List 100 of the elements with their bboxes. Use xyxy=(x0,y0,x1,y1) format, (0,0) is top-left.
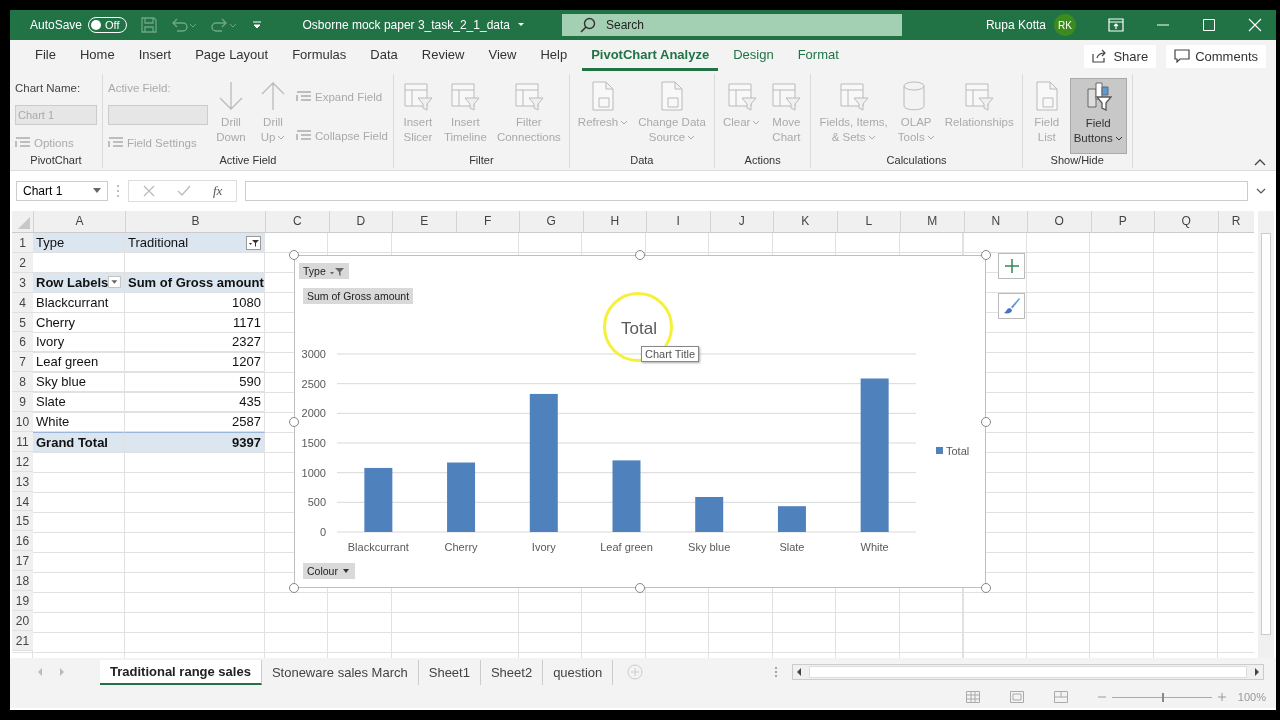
cancel-icon[interactable] xyxy=(143,185,155,197)
user-name: Rupa Kotta xyxy=(985,18,1046,32)
row-header[interactable]: 16 xyxy=(12,531,33,552)
previous-sheet-icon[interactable] xyxy=(36,667,44,677)
page-break-icon[interactable] xyxy=(1053,691,1068,703)
sheet-tab[interactable]: Sheet2 xyxy=(480,659,544,685)
ribbon-tab[interactable]: View xyxy=(479,41,526,71)
row-header[interactable]: 7 xyxy=(12,352,33,373)
name-box[interactable]: Chart 1 xyxy=(16,181,108,201)
resize-handle[interactable] xyxy=(289,250,299,260)
more-icon[interactable] xyxy=(774,666,778,678)
column-header[interactable]: B xyxy=(125,211,265,232)
chart-styles-button[interactable] xyxy=(998,293,1025,319)
chart-area[interactable]: 0 500 1000 1500 2000 2500 3000 Blackcurrant Cherry Ivory Leaf green Sky blue Slate White Total Total Type Sum of Gross amount Colour Chart Title xyxy=(294,255,986,588)
insert-function-button[interactable]: fx xyxy=(213,183,223,199)
resize-handle[interactable] xyxy=(981,583,991,593)
redo-icon[interactable] xyxy=(210,17,237,33)
row-header[interactable]: 15 xyxy=(12,511,33,532)
ribbon-tab[interactable]: Design xyxy=(724,41,783,71)
dropdown-button[interactable] xyxy=(108,275,121,290)
column-header[interactable]: M xyxy=(900,211,964,232)
column-header[interactable]: F xyxy=(455,211,519,232)
page-layout-icon[interactable] xyxy=(1009,691,1024,703)
table-header: Row Labels xyxy=(36,273,109,292)
sheet-tab[interactable]: question xyxy=(543,659,614,685)
resize-handle[interactable] xyxy=(981,250,991,260)
column-header[interactable]: Q xyxy=(1154,211,1218,232)
resize-handle[interactable] xyxy=(289,583,299,593)
column-header[interactable]: C xyxy=(265,211,329,232)
ribbon-tab[interactable]: Review xyxy=(412,41,474,71)
row-header[interactable]: 19 xyxy=(12,591,33,611)
row-header[interactable]: 1 xyxy=(12,233,33,253)
row-header[interactable]: 8 xyxy=(12,372,33,393)
filter-field-button[interactable]: Type xyxy=(299,263,349,279)
column-header[interactable]: A xyxy=(33,211,125,232)
resize-handle[interactable] xyxy=(981,416,991,427)
chart-elements-button[interactable] xyxy=(998,253,1025,279)
caret-icon[interactable] xyxy=(516,21,526,29)
user-avatar[interactable]: RK xyxy=(1054,14,1076,36)
value-field-button[interactable]: Sum of Gross amount xyxy=(303,288,414,304)
close-icon[interactable] xyxy=(1248,18,1262,32)
document-title[interactable]: Osborne mock paper 3_task_2_1_data xyxy=(302,18,510,32)
ribbon-tab[interactable]: Format xyxy=(788,41,848,71)
caret-icon xyxy=(752,119,761,126)
column-header[interactable]: E xyxy=(392,211,456,232)
sheet-tab[interactable]: Stoneware sales March xyxy=(261,659,419,685)
resize-handle[interactable] xyxy=(289,416,299,427)
caret-icon xyxy=(926,134,935,141)
row-header[interactable]: 9 xyxy=(12,392,33,412)
zoom-out-icon[interactable] xyxy=(1097,693,1106,701)
row-header[interactable]: 6 xyxy=(12,332,33,353)
axis-field-button[interactable]: Colour xyxy=(303,563,355,579)
zoom-in-icon[interactable] xyxy=(1217,693,1226,701)
column-header[interactable]: O xyxy=(1027,211,1091,232)
ribbon-tab[interactable]: Help xyxy=(531,41,577,71)
horizontal-scrollbar[interactable] xyxy=(792,664,1264,680)
formula-field[interactable] xyxy=(245,181,1248,201)
column-header[interactable]: G xyxy=(519,211,583,232)
zoom-slider[interactable] xyxy=(1097,693,1226,701)
chart-title[interactable]: Total xyxy=(621,319,657,338)
ribbon-button[interactable]: Field Buttons xyxy=(1069,78,1127,154)
vertical-scrollbar[interactable] xyxy=(1258,211,1274,658)
search-bar[interactable]: Search xyxy=(562,14,902,36)
collapse-ribbon-icon[interactable] xyxy=(1254,158,1266,166)
search-field[interactable]: Search xyxy=(604,17,858,33)
save-icon[interactable] xyxy=(140,17,157,33)
column-header[interactable]: D xyxy=(328,211,392,232)
expand-icon[interactable] xyxy=(1256,187,1266,195)
ribbon-display-icon[interactable] xyxy=(1108,18,1124,32)
next-sheet-icon[interactable] xyxy=(58,667,66,677)
ribbon-tab[interactable]: Data xyxy=(361,41,407,71)
ribbon-tab[interactable]: File xyxy=(26,41,65,71)
column-header[interactable]: N xyxy=(963,211,1027,232)
row-header[interactable]: 10 xyxy=(12,412,33,432)
column-header[interactable]: H xyxy=(582,211,646,232)
filter-button[interactable] xyxy=(246,235,261,250)
column-header[interactable]: K xyxy=(773,211,837,232)
ribbon-tab[interactable]: Insert xyxy=(129,41,181,71)
column-header[interactable]: I xyxy=(646,211,710,232)
ribbon-tab[interactable]: Formulas xyxy=(283,41,356,71)
row-header[interactable]: 18 xyxy=(12,571,33,592)
normal-view-icon[interactable] xyxy=(965,691,980,703)
resize-handle[interactable] xyxy=(635,250,645,260)
column-header[interactable]: J xyxy=(709,211,773,232)
comments-button[interactable]: Comments xyxy=(1166,44,1266,68)
share-button[interactable]: Share xyxy=(1084,44,1157,68)
ribbon-tab[interactable]: Home xyxy=(70,41,124,71)
customize-icon[interactable] xyxy=(250,19,263,31)
axis-label: Ivory xyxy=(531,541,556,553)
column-header[interactable]: R xyxy=(1217,211,1254,232)
enter-icon[interactable] xyxy=(177,185,191,197)
row-header[interactable]: 17 xyxy=(12,551,33,572)
sheet-tab[interactable]: Sheet1 xyxy=(418,659,481,685)
ribbon-tab[interactable]: Page Layout xyxy=(186,41,278,71)
sheet-tab[interactable]: Traditional range sales xyxy=(100,659,262,685)
maximize-icon[interactable] xyxy=(1202,18,1216,32)
column-header[interactable]: L xyxy=(836,211,900,232)
undo-icon[interactable] xyxy=(170,17,197,33)
resize-handle[interactable] xyxy=(635,583,645,593)
column-header[interactable]: P xyxy=(1090,211,1154,232)
